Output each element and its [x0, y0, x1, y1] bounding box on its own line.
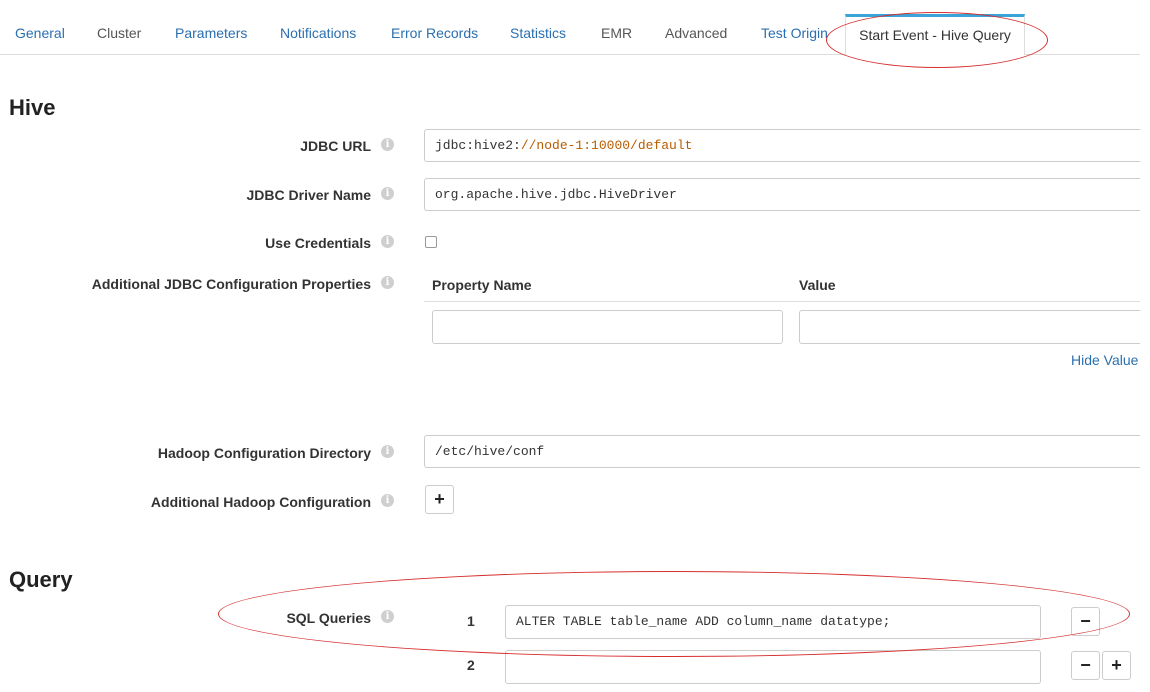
tab-emr[interactable]: EMR: [601, 25, 632, 41]
column-header-property-name: Property Name: [432, 277, 532, 293]
additional-jdbc-label: Additional JDBC Configuration Properties: [91, 276, 371, 292]
query-row-number: 1: [467, 613, 475, 629]
column-header-value: Value: [799, 277, 836, 293]
tab-start-event-hive-query[interactable]: Start Event - Hive Query: [845, 14, 1025, 55]
hide-value-link[interactable]: Hide Value: [1071, 352, 1138, 368]
query-row-number: 2: [467, 657, 475, 673]
tab-notifications[interactable]: Notifications: [280, 25, 356, 41]
sql-queries-label: SQL Queries: [286, 610, 371, 626]
add-query-button[interactable]: +: [1102, 651, 1131, 680]
sql-query-input[interactable]: [505, 650, 1041, 684]
info-icon[interactable]: i: [381, 445, 394, 458]
config-tabs: General Cluster Parameters Notifications…: [0, 0, 1140, 55]
use-credentials-label: Use Credentials: [265, 235, 371, 251]
jdbc-url-label: JDBC URL: [300, 138, 371, 154]
add-hadoop-config-button[interactable]: +: [425, 485, 454, 514]
info-icon[interactable]: i: [381, 187, 394, 200]
info-icon[interactable]: i: [381, 494, 394, 507]
info-icon[interactable]: i: [381, 610, 394, 623]
jdbc-driver-input[interactable]: org.apache.hive.jdbc.HiveDriver: [424, 178, 1140, 211]
info-icon[interactable]: i: [381, 276, 394, 289]
section-title-hive: Hive: [9, 95, 56, 120]
jdbc-url-scheme: jdbc:hive2:: [435, 138, 521, 153]
tab-cluster[interactable]: Cluster: [97, 25, 141, 41]
jdbc-url-input[interactable]: jdbc:hive2://node-1:10000/default: [424, 129, 1140, 162]
tab-general[interactable]: General: [15, 25, 65, 41]
remove-query-button[interactable]: −: [1071, 651, 1100, 680]
section-title-query: Query: [9, 567, 73, 592]
additional-hadoop-label: Additional Hadoop Configuration: [150, 494, 371, 510]
info-icon[interactable]: i: [381, 235, 394, 248]
tab-parameters[interactable]: Parameters: [175, 25, 247, 41]
tab-error-records[interactable]: Error Records: [391, 25, 478, 41]
jdbc-driver-label: JDBC Driver Name: [246, 187, 372, 203]
jdbc-url-host: //node-1:10000/default: [520, 138, 693, 153]
property-value-input[interactable]: [799, 310, 1140, 344]
table-divider: [424, 301, 1140, 302]
property-name-input[interactable]: [432, 310, 783, 344]
tab-test-origin[interactable]: Test Origin: [761, 25, 828, 41]
info-icon[interactable]: i: [381, 138, 394, 151]
tab-advanced[interactable]: Advanced: [665, 25, 727, 41]
hadoop-dir-label: Hadoop Configuration Directory: [157, 445, 371, 461]
tab-statistics[interactable]: Statistics: [510, 25, 566, 41]
sql-query-input[interactable]: ALTER TABLE table_name ADD column_name d…: [505, 605, 1041, 639]
use-credentials-checkbox[interactable]: [425, 236, 437, 248]
remove-query-button[interactable]: −: [1071, 607, 1100, 636]
hadoop-dir-input[interactable]: /etc/hive/conf: [424, 435, 1140, 468]
